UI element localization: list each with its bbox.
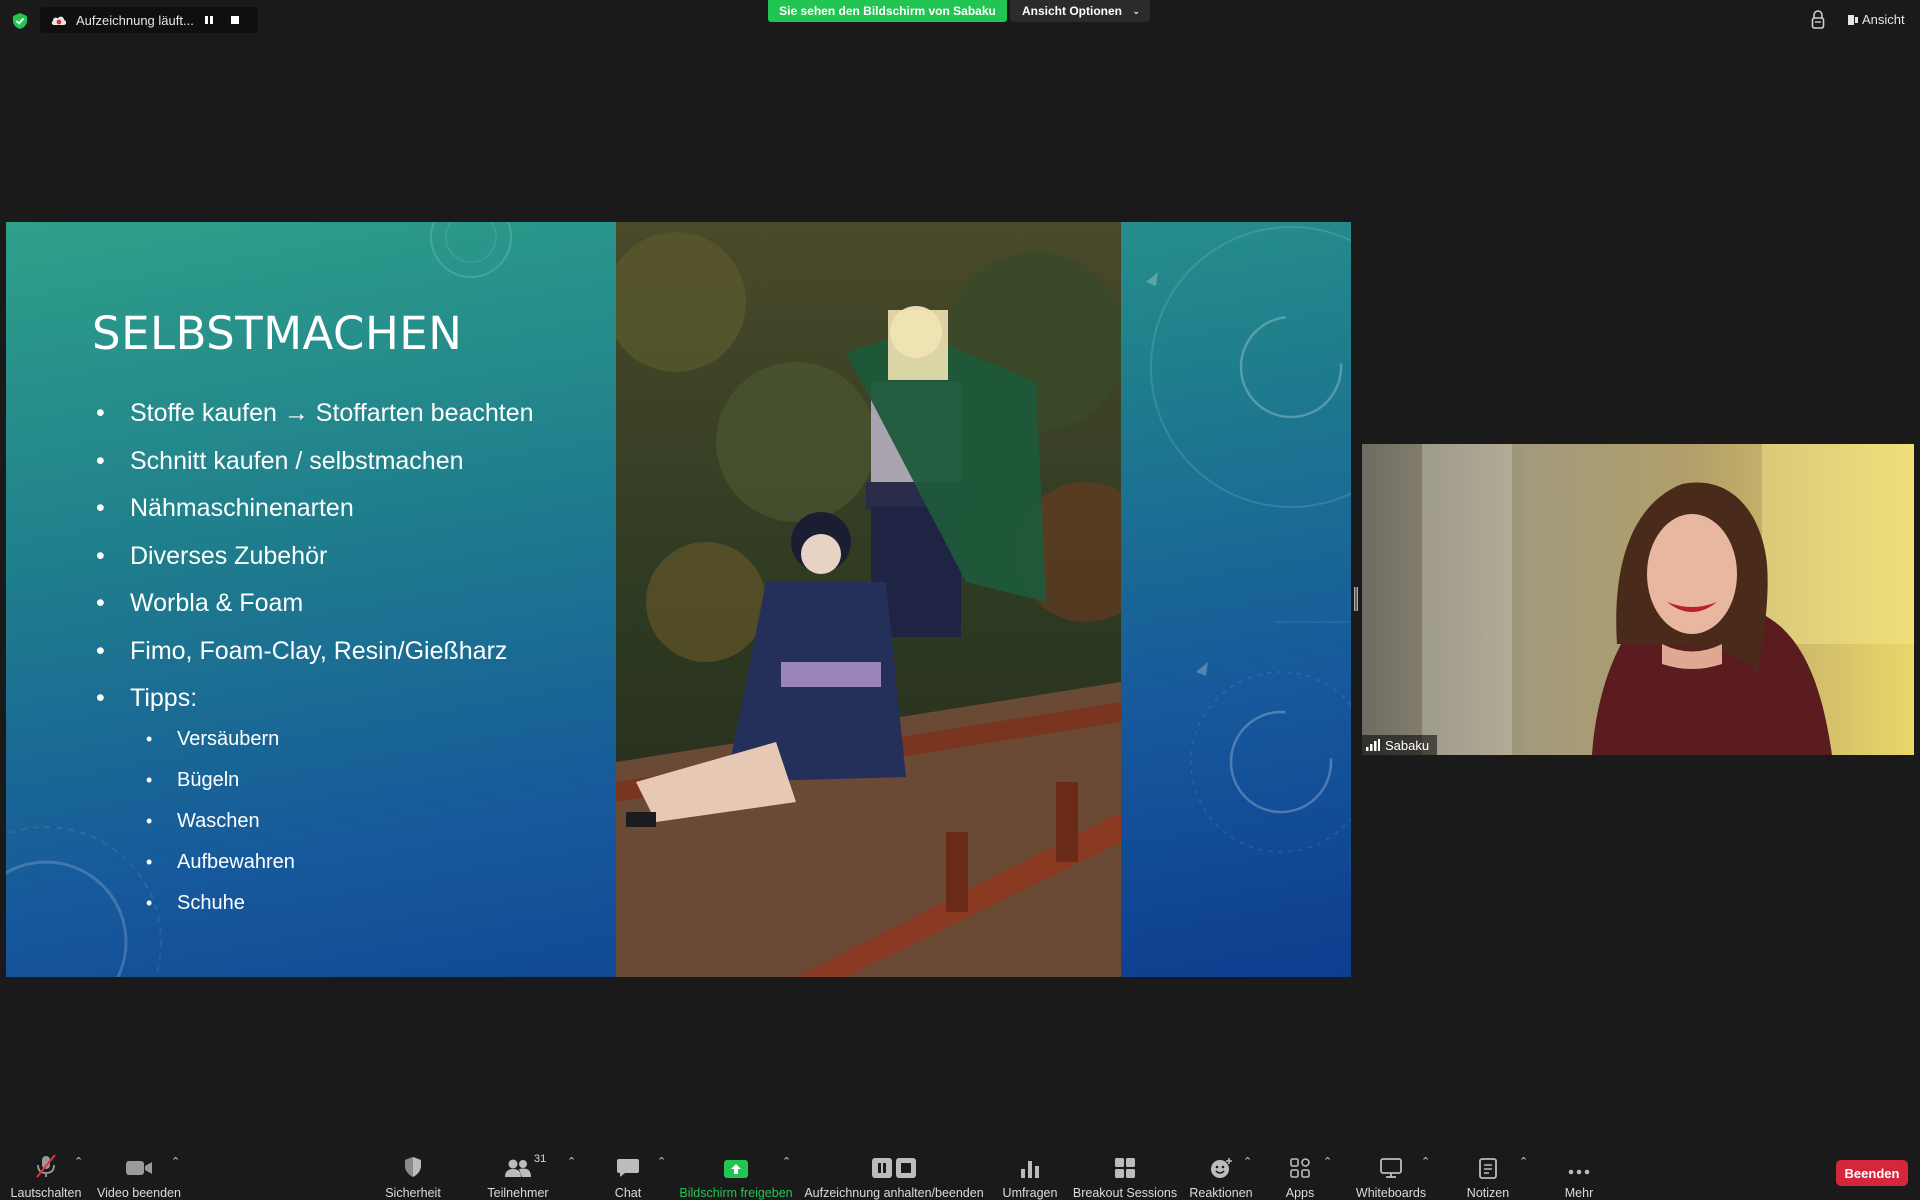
sub-bullet-item: Waschen — [143, 801, 295, 842]
bullet-item: Schnitt kaufen / selbstmachen — [92, 438, 612, 486]
apps-button[interactable]: Apps — [1280, 1140, 1320, 1200]
grid-icon — [1114, 1150, 1136, 1179]
participant-name-tag: Sabaku — [1362, 735, 1438, 755]
screen-share-banner: Sie sehen den Bildschirm von Sabaku — [768, 0, 1007, 22]
recording-control-label: Aufzeichnung anhalten/beenden — [804, 1186, 984, 1200]
bullet-item: Nähmaschinenarten — [92, 485, 612, 533]
participant-name: Sabaku — [1385, 737, 1430, 753]
pause-recording-icon[interactable] — [202, 13, 216, 27]
more-dots-icon — [1567, 1150, 1591, 1179]
recording-control-button[interactable]: Aufzeichnung anhalten/beenden — [804, 1140, 984, 1200]
slide-bullet-list: Stoffe kaufen → Stoffarten beachten Schn… — [92, 390, 612, 723]
unmute-label: Lautschalten — [10, 1186, 82, 1200]
bullet-item: Stoffe kaufen → Stoffarten beachten — [92, 390, 612, 438]
muted-microphone-icon — [33, 1150, 59, 1179]
shared-screen-slide: SELBSTMACHEN Stoffe kaufen → Stoffarten … — [6, 222, 1351, 977]
signal-strength-icon — [1366, 739, 1380, 751]
share-screen-icon — [723, 1150, 749, 1179]
security-label: Sicherheit — [385, 1186, 441, 1200]
cosplay-photo — [616, 222, 1121, 977]
pause-stop-icon — [871, 1150, 917, 1179]
shield-icon — [402, 1150, 424, 1179]
share-screen-label: Bildschirm freigeben — [679, 1186, 793, 1200]
view-button-label: Ansicht — [1862, 12, 1905, 27]
apps-options-caret[interactable]: ⌃ — [1323, 1155, 1332, 1168]
resize-handle[interactable] — [1354, 587, 1358, 611]
chat-button[interactable]: Chat — [607, 1140, 649, 1200]
bullet-item: Fimo, Foam-Clay, Resin/Gießharz — [92, 628, 612, 676]
reactions-label: Reaktionen — [1189, 1186, 1253, 1200]
slide-sub-bullet-list: Versäubern Bügeln Waschen Aufbewahren Sc… — [143, 719, 295, 924]
polls-label: Umfragen — [1002, 1186, 1058, 1200]
security-button[interactable]: Sicherheit — [382, 1140, 444, 1200]
video-camera-icon — [125, 1150, 153, 1179]
bullet-item: Diverses Zubehör — [92, 533, 612, 581]
sub-bullet-item: Schuhe — [143, 883, 295, 924]
notes-button[interactable]: Notizen — [1463, 1140, 1513, 1200]
unmute-button[interactable]: Lautschalten — [6, 1140, 86, 1200]
share-screen-button[interactable]: Bildschirm freigeben — [679, 1140, 793, 1200]
end-meeting-button[interactable]: Beenden — [1836, 1160, 1908, 1186]
breakout-sessions-label: Breakout Sessions — [1072, 1186, 1178, 1200]
notes-label: Notizen — [1466, 1186, 1510, 1200]
notes-options-caret[interactable]: ⌃ — [1519, 1155, 1528, 1168]
breakout-sessions-button[interactable]: Breakout Sessions — [1072, 1140, 1178, 1200]
whiteboard-icon — [1379, 1150, 1403, 1179]
view-options-dropdown[interactable]: Ansicht Optionen ⌄ — [1010, 0, 1150, 22]
participants-count: 31 — [534, 1153, 547, 1165]
bar-chart-icon — [1019, 1150, 1041, 1179]
recording-status-text: Aufzeichnung läuft... — [76, 12, 194, 28]
sub-bullet-item: Bügeln — [143, 760, 295, 801]
top-bar: Aufzeichnung läuft... Sie sehen den Bild… — [0, 0, 1920, 40]
chat-label: Chat — [614, 1186, 642, 1200]
participants-label: Teilnehmer — [487, 1186, 549, 1200]
whiteboards-label: Whiteboards — [1355, 1186, 1427, 1200]
lock-icon[interactable] — [1810, 10, 1826, 30]
more-button[interactable]: Mehr — [1556, 1140, 1602, 1200]
security-shield-icon[interactable] — [11, 12, 29, 30]
view-options-label: Ansicht Optionen — [1022, 4, 1122, 18]
view-icon — [1848, 14, 1858, 26]
smiley-icon — [1209, 1150, 1233, 1179]
mute-options-caret[interactable]: ⌃ — [74, 1155, 83, 1168]
participant-video[interactable] — [1362, 444, 1914, 755]
participants-icon — [504, 1150, 532, 1179]
bullet-item: Tipps: — [92, 675, 612, 723]
sub-bullet-item: Versäubern — [143, 719, 295, 760]
participants-button[interactable]: Teilnehmer — [484, 1140, 552, 1200]
apps-label: Apps — [1285, 1186, 1315, 1200]
participants-options-caret[interactable]: ⌃ — [567, 1155, 576, 1168]
stop-video-button[interactable]: Video beenden — [96, 1140, 182, 1200]
slide-title: SELBSTMACHEN — [92, 307, 463, 360]
bullet-item: Worbla & Foam — [92, 580, 612, 628]
sub-bullet-item: Aufbewahren — [143, 842, 295, 883]
view-button[interactable]: Ansicht — [1848, 12, 1905, 27]
stop-recording-icon[interactable] — [228, 13, 242, 27]
video-options-caret[interactable]: ⌃ — [171, 1155, 180, 1168]
chat-options-caret[interactable]: ⌃ — [657, 1155, 666, 1168]
more-label: Mehr — [1564, 1186, 1594, 1200]
chevron-down-icon: ⌄ — [1132, 5, 1140, 16]
chat-bubble-icon — [616, 1150, 640, 1179]
whiteboards-button[interactable]: Whiteboards — [1352, 1140, 1430, 1200]
meeting-toolbar: Lautschalten ⌃ Video beenden ⌃ Sicherhei… — [0, 1140, 1920, 1200]
cloud-recording-icon — [50, 13, 68, 27]
reactions-options-caret[interactable]: ⌃ — [1243, 1155, 1252, 1168]
recording-indicator: Aufzeichnung läuft... — [40, 7, 258, 33]
polls-button[interactable]: Umfragen — [1000, 1140, 1060, 1200]
reactions-button[interactable]: Reaktionen — [1186, 1140, 1256, 1200]
notes-icon — [1478, 1150, 1498, 1179]
share-options-caret[interactable]: ⌃ — [782, 1155, 791, 1168]
whiteboards-options-caret[interactable]: ⌃ — [1421, 1155, 1430, 1168]
stop-video-label: Video beenden — [97, 1186, 181, 1200]
apps-icon — [1289, 1150, 1311, 1179]
